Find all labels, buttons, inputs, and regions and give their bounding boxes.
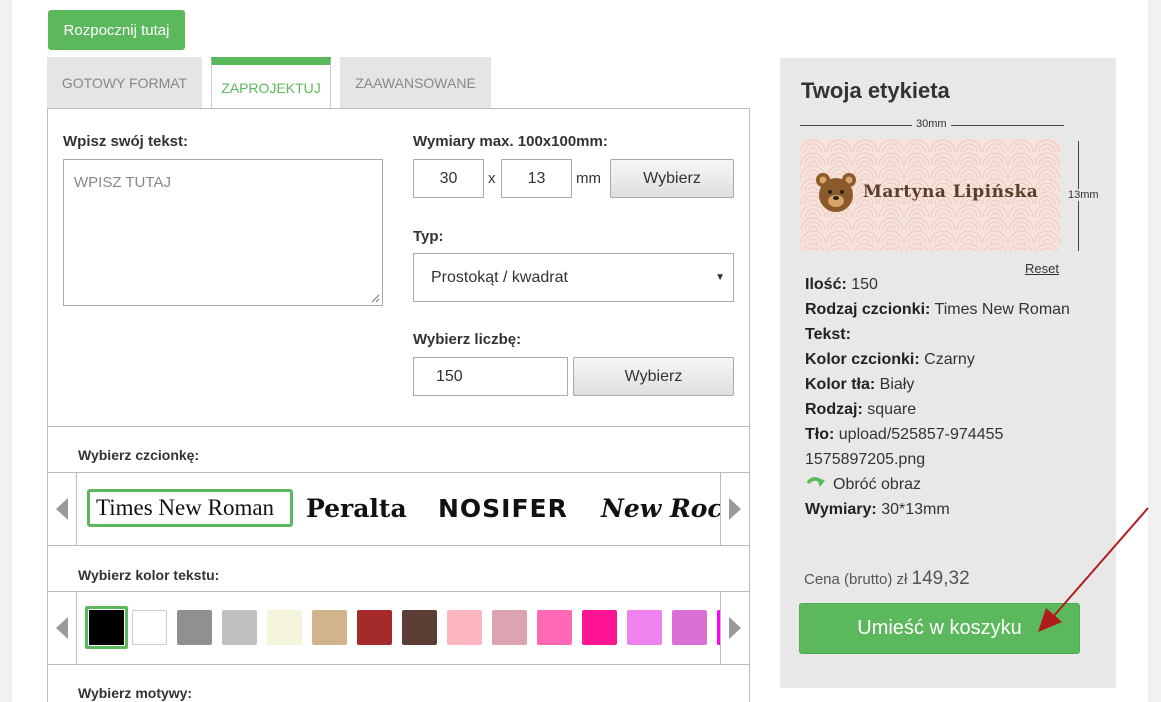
- kind-value: square: [867, 401, 917, 418]
- bg-key: Kolor tła:: [805, 376, 876, 393]
- start-here-button[interactable]: Rozpocznij tutaj: [48, 10, 185, 50]
- qty-key: Ilość:: [805, 276, 847, 293]
- type-select[interactable]: Prostokąt / kwadrat ▼: [413, 253, 734, 302]
- color-swatch[interactable]: [132, 610, 167, 645]
- font-prev-button[interactable]: [48, 473, 77, 545]
- color-swatch[interactable]: [537, 610, 572, 645]
- width-input[interactable]: 30: [413, 159, 484, 198]
- color-prev-button[interactable]: [48, 592, 77, 664]
- count-label: Wybierz liczbę:: [413, 331, 522, 348]
- label-name-text: Martyna Lipińska: [863, 182, 1039, 202]
- color-swatch[interactable]: [402, 610, 437, 645]
- unit-label: mm: [576, 170, 601, 187]
- price-label: Cena (brutto) zł: [804, 571, 908, 588]
- dims-key: Wymiary:: [805, 501, 877, 518]
- color-next-button[interactable]: [720, 592, 749, 664]
- divider: [48, 426, 749, 427]
- choose-count-button[interactable]: Wybierz: [573, 357, 734, 396]
- color-value: Czarny: [924, 351, 975, 368]
- color-key: Kolor czcionki:: [805, 351, 920, 368]
- bgimg-key: Tło:: [805, 426, 835, 443]
- font-option-nosifer[interactable]: NOSIFER: [438, 489, 568, 527]
- font-section-label: Wybierz czcionkę:: [78, 447, 200, 463]
- arrow-right-icon: [729, 617, 741, 639]
- text-key: Tekst:: [805, 326, 851, 343]
- height-dimension-text: 13mm: [1068, 189, 1099, 201]
- price: Cena (brutto) zł 149,32: [804, 568, 970, 590]
- width-dimension-text: 30mm: [912, 118, 951, 130]
- color-swatch[interactable]: [447, 610, 482, 645]
- color-swatch[interactable]: [627, 610, 662, 645]
- rotate-image-button[interactable]: Obróć obraz: [805, 472, 1105, 497]
- chevron-down-icon: ▼: [715, 272, 725, 283]
- count-input[interactable]: 150: [413, 357, 568, 396]
- type-select-value: Prostokąt / kwadrat: [431, 268, 568, 286]
- bear-icon: [816, 173, 856, 212]
- font-list: Times New Roman Peralta NOSIFER New Rock…: [78, 473, 720, 545]
- font-option-times[interactable]: Times New Roman: [87, 489, 293, 527]
- color-swatch[interactable]: [492, 610, 527, 645]
- tab-ready-format[interactable]: GOTOWY FORMAT: [47, 57, 202, 109]
- font-key: Rodzaj czcionki:: [805, 301, 931, 318]
- color-swatch[interactable]: [672, 610, 707, 645]
- color-swatch[interactable]: [312, 610, 347, 645]
- resize-handle-icon[interactable]: [371, 294, 380, 303]
- design-panel: Wpisz swój tekst: WPISZ TUTAJ Wymiary ma…: [47, 108, 750, 702]
- times-sign: x: [488, 170, 496, 187]
- color-swatch[interactable]: [357, 610, 392, 645]
- color-swatch[interactable]: [582, 610, 617, 645]
- bgimg-value: upload/525857-9744551575897205.png: [805, 426, 1004, 468]
- arrow-left-icon: [56, 617, 68, 639]
- text-color-section-label: Wybierz kolor tekstu:: [78, 567, 220, 583]
- rotate-icon: [806, 476, 825, 487]
- font-option-peralta[interactable]: Peralta: [306, 489, 407, 527]
- kind-key: Rodzaj:: [805, 401, 863, 418]
- tab-advanced[interactable]: ZAAWANSOWANE: [340, 57, 491, 109]
- color-swatch[interactable]: [267, 610, 302, 645]
- choose-dimensions-button[interactable]: Wybierz: [610, 159, 734, 198]
- label-preview-image: Martyna Lipińska: [800, 139, 1061, 251]
- color-list: [78, 592, 720, 664]
- font-next-button[interactable]: [720, 473, 749, 545]
- color-swatch[interactable]: [222, 610, 257, 645]
- label-summary: Ilość: 150 Rodzaj czcionki: Times New Ro…: [805, 272, 1105, 522]
- text-placeholder: WPISZ TUTAJ: [74, 174, 171, 191]
- height-dimension: 13mm: [1068, 141, 1118, 251]
- color-swatch[interactable]: [85, 606, 128, 649]
- annotation-arrow-icon: [1038, 507, 1149, 632]
- page: Rozpocznij tutaj GOTOWY FORMAT ZAPROJEKT…: [12, 0, 1148, 702]
- dims-value: 30*13mm: [881, 501, 950, 518]
- text-color-slider: [48, 591, 749, 665]
- color-swatch[interactable]: [177, 610, 212, 645]
- qty-value: 150: [851, 276, 878, 293]
- tab-design[interactable]: ZAPROJEKTUJ: [211, 57, 331, 110]
- font-slider: Times New Roman Peralta NOSIFER New Rock…: [48, 472, 749, 546]
- width-dimension: 30mm: [800, 118, 1064, 132]
- bg-value: Biały: [879, 376, 915, 393]
- price-value: 149,32: [911, 568, 970, 589]
- arrow-left-icon: [56, 498, 68, 520]
- text-label: Wpisz swój tekst:: [63, 133, 189, 150]
- text-input[interactable]: WPISZ TUTAJ: [63, 159, 383, 306]
- font-option-newrocker[interactable]: New Rocker: [601, 489, 720, 527]
- type-label: Typ:: [413, 228, 444, 245]
- height-input[interactable]: 13: [501, 159, 572, 198]
- font-value: Times New Roman: [934, 301, 1070, 318]
- dimensions-label: Wymiary max. 100x100mm:: [413, 133, 608, 150]
- preview-title: Twoja etykieta: [801, 78, 950, 103]
- motifs-section-label: Wybierz motywy:: [78, 685, 193, 701]
- arrow-right-icon: [729, 498, 741, 520]
- rotate-label: Obróć obraz: [833, 476, 922, 493]
